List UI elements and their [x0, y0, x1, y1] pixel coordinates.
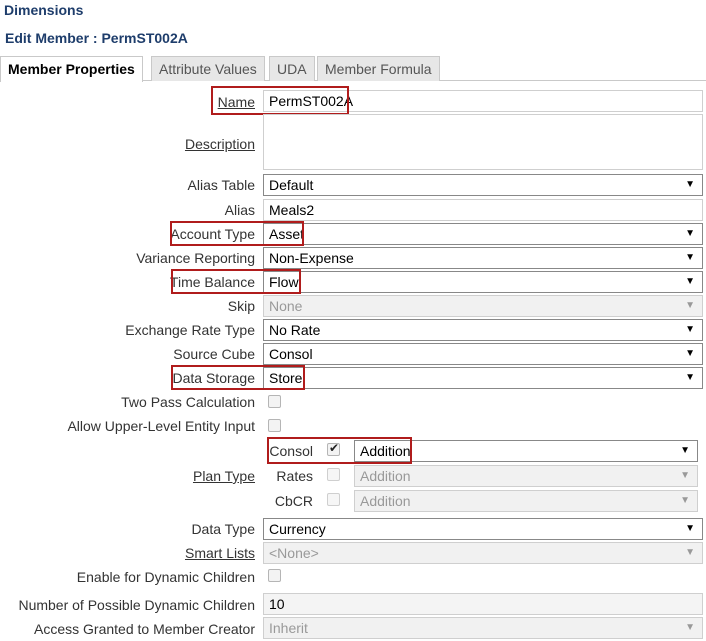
dynamic-children-checkbox[interactable]: [268, 569, 281, 582]
data-storage-highlight: [171, 365, 305, 390]
num-dynamic-children-label: Number of Possible Dynamic Children: [18, 597, 255, 613]
dimensions-title: Dimensions: [4, 2, 84, 18]
skip-value: None: [269, 298, 303, 314]
access-granted-label: Access Granted to Member Creator: [34, 621, 255, 637]
chevron-down-icon: ▼: [685, 348, 695, 359]
source-cube-label: Source Cube: [173, 346, 255, 362]
edit-member-title: Edit Member : PermST002A: [5, 30, 188, 46]
source-cube-select[interactable]: Consol ▼: [263, 343, 703, 365]
chevron-down-icon: ▼: [685, 276, 695, 287]
data-storage-select[interactable]: Store ▼: [263, 367, 703, 389]
chevron-down-icon: ▼: [685, 324, 695, 335]
account-type-highlight: [170, 221, 304, 246]
chevron-down-icon: ▼: [685, 252, 695, 263]
chevron-down-icon: ▼: [680, 445, 690, 456]
description-label: Description: [184, 136, 255, 152]
time-balance-select[interactable]: Flow ▼: [263, 271, 703, 293]
two-pass-label: Two Pass Calculation: [121, 394, 255, 410]
data-type-select[interactable]: Currency ▼: [263, 518, 703, 540]
chevron-down-icon: ▼: [680, 470, 690, 481]
dynamic-children-label: Enable for Dynamic Children: [76, 569, 255, 585]
chevron-down-icon: ▼: [685, 523, 695, 534]
alias-table-value: Default: [269, 177, 314, 193]
access-granted-value: Inherit: [269, 620, 308, 636]
skip-select: None ▼: [263, 295, 703, 317]
variance-reporting-label: Variance Reporting: [136, 250, 255, 266]
chevron-down-icon: ▼: [685, 372, 695, 383]
source-cube-value: Consol: [269, 346, 313, 362]
plan-type-cbcr-select: Addition ▼: [354, 490, 698, 512]
plan-type-label: Plan Type: [192, 468, 255, 484]
plan-type-consol-highlight: [267, 437, 412, 464]
alias-table-label: Alias Table: [187, 177, 255, 193]
plan-type-rates-checkbox: [327, 468, 340, 481]
upper-level-entity-checkbox[interactable]: [268, 419, 281, 432]
plan-type-rates-select: Addition ▼: [354, 465, 698, 487]
tab-attribute-values[interactable]: Attribute Values: [151, 56, 265, 81]
tab-member-properties[interactable]: Member Properties: [0, 56, 143, 82]
plan-type-rates-value: Addition: [360, 468, 411, 484]
chevron-down-icon: ▼: [685, 228, 695, 239]
exchange-rate-type-value: No Rate: [269, 322, 321, 338]
data-type-value: Currency: [269, 521, 326, 537]
alias-label: Alias: [224, 202, 255, 218]
access-granted-select: Inherit ▼: [263, 617, 703, 639]
smart-lists-value: <None>: [269, 545, 319, 561]
tab-member-formula[interactable]: Member Formula: [317, 56, 440, 81]
variance-reporting-select[interactable]: Non-Expense ▼: [263, 247, 703, 269]
alias-field[interactable]: Meals2: [263, 199, 703, 221]
name-highlight: [211, 86, 349, 115]
chevron-down-icon: ▼: [685, 179, 695, 190]
plan-type-cbcr-value: Addition: [360, 493, 411, 509]
num-dynamic-children-field: 10: [263, 593, 703, 615]
tab-uda[interactable]: UDA: [269, 56, 315, 81]
smart-lists-label: Smart Lists: [184, 545, 255, 561]
chevron-down-icon: ▼: [685, 300, 695, 311]
plan-type-cbcr-label: CbCR: [274, 493, 313, 509]
data-type-label: Data Type: [191, 521, 255, 537]
upper-level-entity-label: Allow Upper-Level Entity Input: [67, 418, 255, 434]
plan-type-cbcr-checkbox: [327, 493, 340, 506]
description-textarea[interactable]: [263, 114, 703, 170]
time-balance-highlight: [171, 269, 301, 294]
alias-table-select[interactable]: Default ▼: [263, 174, 703, 196]
account-type-select[interactable]: Asset ▼: [263, 223, 703, 245]
skip-label: Skip: [227, 298, 255, 314]
smart-lists-select: <None> ▼: [263, 542, 703, 564]
two-pass-checkbox[interactable]: [268, 395, 281, 408]
variance-reporting-value: Non-Expense: [269, 250, 354, 266]
chevron-down-icon: ▼: [685, 547, 695, 558]
chevron-down-icon: ▼: [680, 495, 690, 506]
plan-type-rates-label: Rates: [276, 468, 313, 484]
exchange-rate-type-label: Exchange Rate Type: [125, 322, 255, 338]
chevron-down-icon: ▼: [685, 622, 695, 633]
exchange-rate-type-select[interactable]: No Rate ▼: [263, 319, 703, 341]
